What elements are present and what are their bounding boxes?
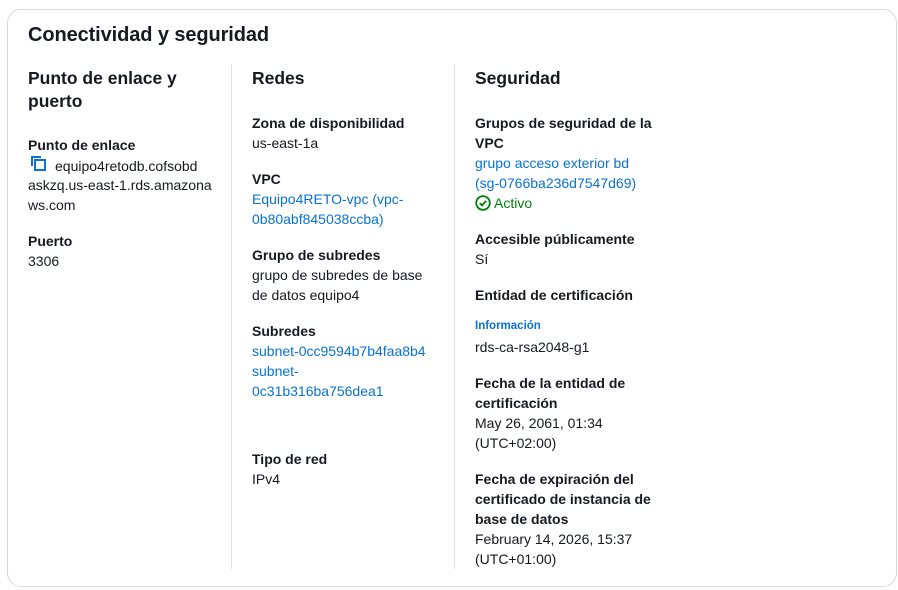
endpoint-port-title-line2: puerto bbox=[28, 91, 83, 111]
endpoint-line2: askzq.us-east-1.rds.amazona bbox=[28, 177, 212, 193]
endpoint-port-title-line1: Punto de enlace y bbox=[28, 68, 177, 88]
subnet-group-label: Grupo de subredes bbox=[252, 247, 381, 263]
network-type-label: Tipo de red bbox=[252, 451, 328, 467]
public-label: Accesible públicamente bbox=[475, 231, 635, 247]
networks-title: Redes bbox=[252, 68, 305, 88]
az-value: us-east-1a bbox=[252, 135, 319, 151]
ca-date-line2: (UTC+02:00) bbox=[475, 435, 557, 451]
endpoint-value-row: equipo4retodb.cofsobd bbox=[28, 155, 197, 177]
public-value: Sí bbox=[475, 251, 489, 267]
subnets-label: Subredes bbox=[252, 323, 316, 339]
copy-icon[interactable] bbox=[30, 155, 47, 177]
exp-label-line2: certificado de instancia de bbox=[475, 491, 651, 507]
sg-label-line1: Grupos de seguridad de la bbox=[475, 115, 652, 131]
vpc-label: VPC bbox=[252, 171, 281, 187]
ca-label: Entidad de certificación bbox=[475, 287, 633, 303]
network-type-value: IPv4 bbox=[252, 471, 281, 487]
security-title: Seguridad bbox=[475, 68, 561, 88]
subnet-link-1[interactable]: subnet-0cc9594b7b4faa8b4 bbox=[252, 341, 426, 361]
exp-line2: (UTC+01:00) bbox=[475, 551, 557, 567]
exp-line1: February 14, 2026, 15:37 bbox=[475, 531, 633, 547]
ca-date-label-line2: certificación bbox=[475, 395, 558, 411]
vpc-link-line1[interactable]: Equipo4RETO-vpc (vpc- bbox=[252, 189, 403, 209]
sg-status: Activo bbox=[475, 193, 532, 213]
subnet-link-2-line1[interactable]: subnet- bbox=[252, 361, 299, 381]
subnet-group-line1: grupo de subredes de base bbox=[252, 267, 423, 283]
vpc-link-line2[interactable]: 0b80abf845038ccba) bbox=[252, 209, 384, 229]
column-divider bbox=[231, 64, 232, 569]
endpoint-label: Punto de enlace bbox=[28, 137, 136, 153]
ca-value: rds-ca-rsa2048-g1 bbox=[475, 339, 590, 355]
az-label: Zona de disponibilidad bbox=[252, 115, 405, 131]
exp-label-line1: Fecha de expiración del bbox=[475, 471, 634, 487]
column-divider bbox=[454, 64, 455, 569]
port-value: 3306 bbox=[28, 253, 60, 269]
subnet-group-line2: de datos equipo4 bbox=[252, 287, 360, 303]
sg-link-line2[interactable]: (sg-0766ba236d7547d69) bbox=[475, 173, 636, 193]
endpoint-line1: equipo4retodb.cofsobd bbox=[55, 158, 198, 174]
endpoint-line3: ws.com bbox=[28, 197, 76, 213]
ca-date-label-line1: Fecha de la entidad de bbox=[475, 375, 626, 391]
ca-date-line1: May 26, 2061, 01:34 bbox=[475, 415, 603, 431]
check-circle-icon bbox=[475, 195, 491, 211]
panel-title: Conectividad y seguridad bbox=[28, 24, 269, 46]
sg-label-line2: VPC bbox=[475, 135, 504, 151]
ca-info-link[interactable]: Información bbox=[475, 318, 541, 334]
sg-status-text: Activo bbox=[494, 195, 533, 211]
subnet-link-2-line2[interactable]: 0c31b316ba756dea1 bbox=[252, 381, 384, 401]
port-label: Puerto bbox=[28, 233, 73, 249]
exp-label-line3: base de datos bbox=[475, 511, 569, 527]
sg-link-line1[interactable]: grupo acceso exterior bd bbox=[475, 153, 629, 173]
connectivity-security-panel bbox=[7, 9, 897, 587]
